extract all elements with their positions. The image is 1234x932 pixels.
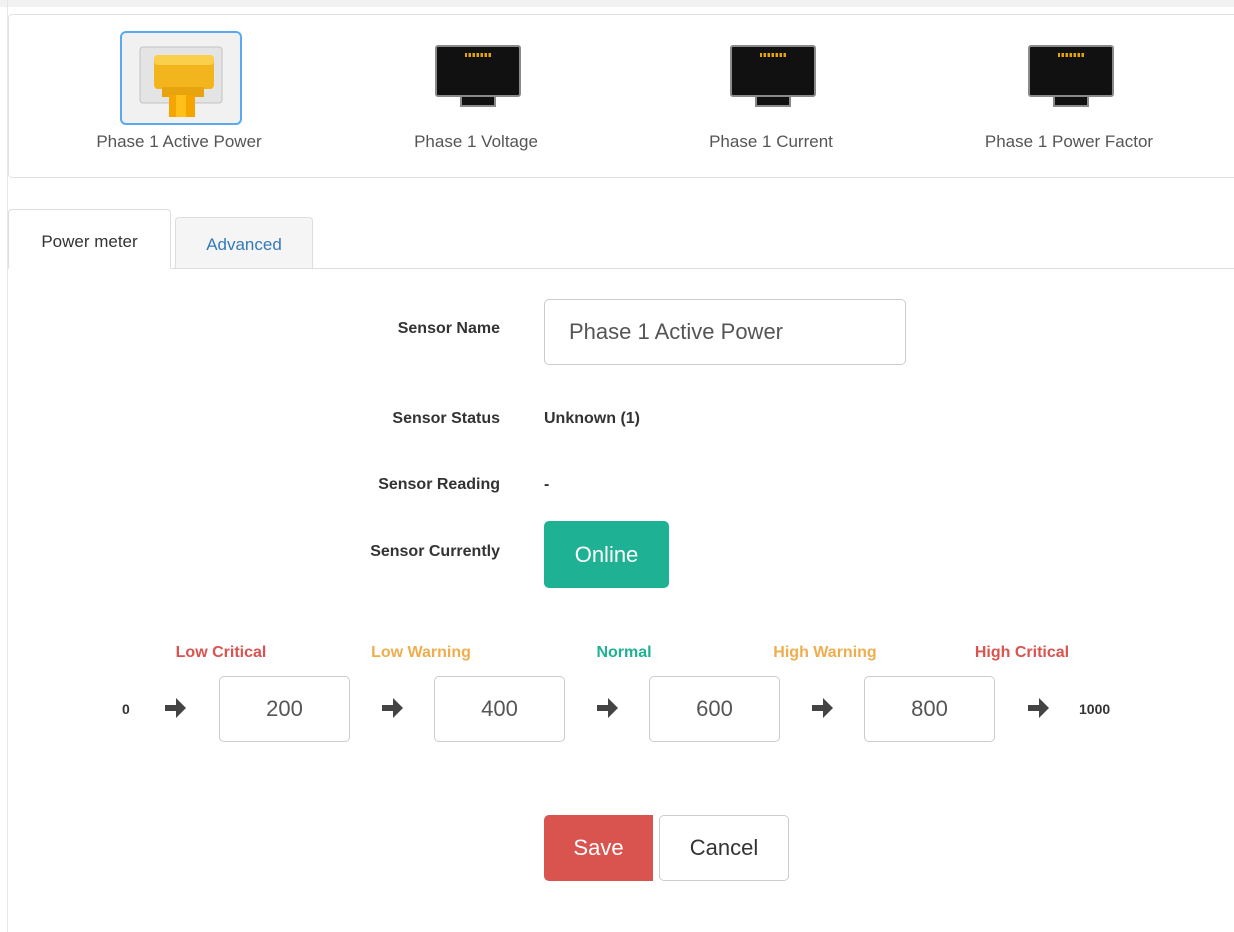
arrow-right-icon [165,698,186,718]
sensor-name-label: Sensor Name [397,320,500,337]
sensor-selector-bar: Phase 1 Active Power Phase 1 Voltage Pha… [8,14,1234,178]
sensor-label: Phase 1 Active Power [96,132,262,151]
ethernet-port-icon [435,45,521,107]
save-button[interactable]: Save [544,815,653,881]
sensor-item-phase1-power-factor[interactable]: Phase 1 Power Factor [959,15,1179,179]
sensor-label: Phase 1 Voltage [414,132,538,151]
sensor-label: Phase 1 Power Factor [984,132,1154,151]
ethernet-port-icon [730,45,816,107]
threshold-min-value: 0 [122,701,130,717]
tab-power-meter[interactable]: Power meter [8,209,171,269]
top-strip [0,0,1234,7]
sensor-label: Phase 1 Current [709,132,833,151]
low-warning-label: Low Warning [371,644,471,661]
high-critical-label: High Critical [974,644,1070,661]
ethernet-port-connected-icon [139,46,223,117]
low-critical-input[interactable] [219,676,350,742]
high-warning-input[interactable] [649,676,780,742]
low-critical-label: Low Critical [175,644,267,661]
sensor-item-phase1-active-power[interactable]: Phase 1 Active Power [69,15,289,179]
sensor-status-value: Unknown (1) [544,410,640,427]
arrow-right-icon [597,698,618,718]
high-critical-input[interactable] [864,676,995,742]
cancel-button[interactable]: Cancel [659,815,789,881]
sensor-reading-value: - [544,476,550,493]
high-warning-label: High Warning [773,644,877,661]
sensor-status-label: Sensor Status [392,410,500,427]
sensor-tile[interactable] [417,31,539,125]
normal-label: Normal [596,644,652,661]
sensor-name-input[interactable] [544,299,906,365]
sensor-item-phase1-current[interactable]: Phase 1 Current [661,15,881,179]
sensor-tile[interactable] [120,31,242,125]
sensor-reading-label: Sensor Reading [378,476,500,493]
sensor-tile[interactable] [712,31,834,125]
sensor-item-phase1-voltage[interactable]: Phase 1 Voltage [366,15,586,179]
threshold-max-value: 1000 [1079,701,1111,717]
low-warning-input[interactable] [434,676,565,742]
sensor-currently-label: Sensor Currently [370,543,500,560]
arrow-right-icon [1028,698,1049,718]
arrow-right-icon [812,698,833,718]
ethernet-port-icon [1028,45,1114,107]
online-button[interactable]: Online [544,521,669,588]
arrow-right-icon [382,698,403,718]
tab-advanced[interactable]: Advanced [175,217,313,268]
sensor-tile[interactable] [1010,31,1132,125]
tabs-divider [8,268,1234,269]
